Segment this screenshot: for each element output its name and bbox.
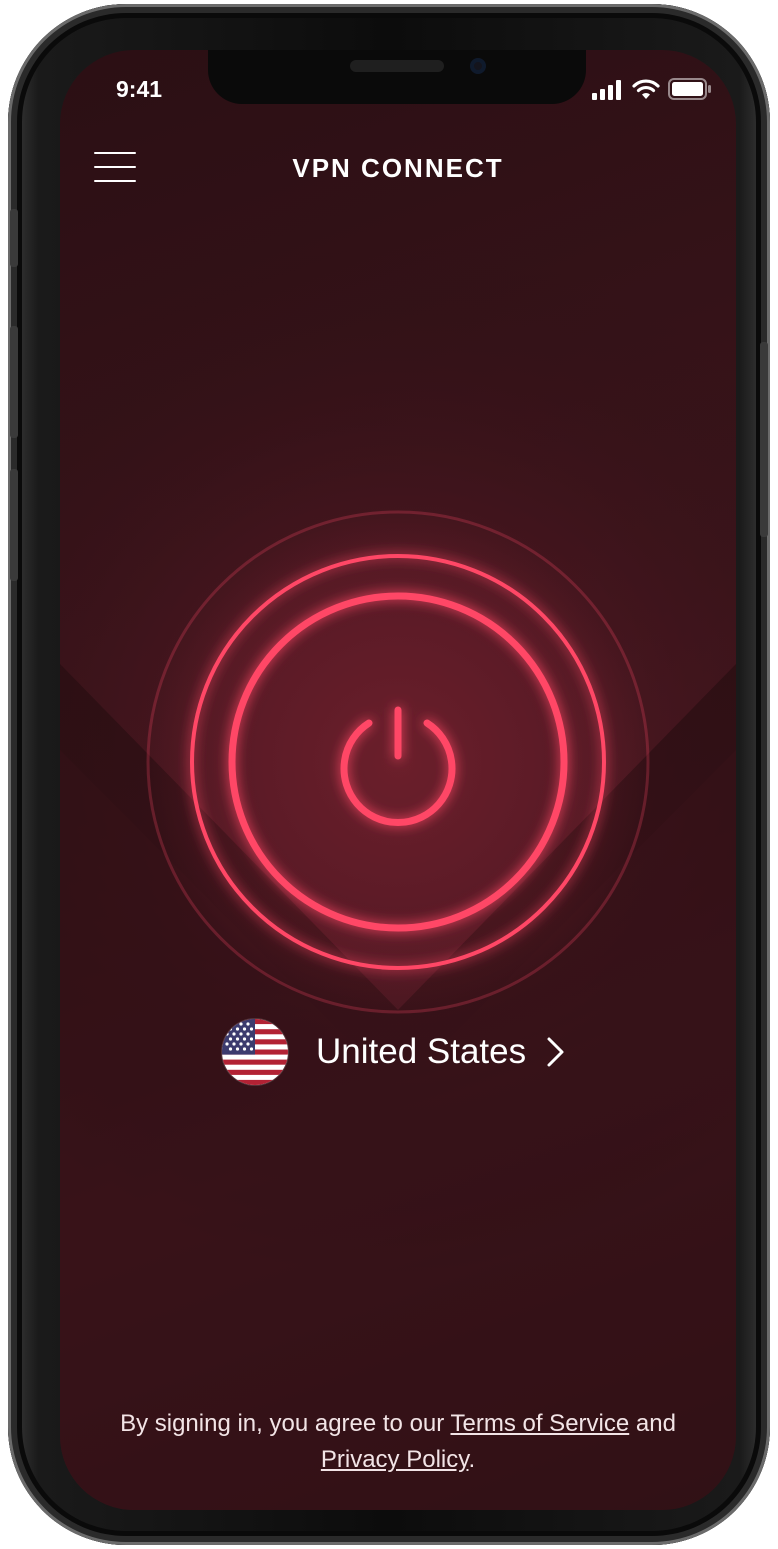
legal-suffix: . bbox=[468, 1446, 476, 1473]
legal-notice: By signing in, you agree to our Terms of… bbox=[120, 1406, 676, 1478]
us-flag-icon bbox=[222, 1019, 288, 1085]
volume-up-button bbox=[10, 326, 18, 438]
legal-prefix: By signing in, you agree to our bbox=[120, 1410, 451, 1437]
power-toggle-button[interactable] bbox=[228, 594, 568, 934]
legal-middle: and bbox=[629, 1410, 676, 1437]
phone-frame: 9:41 VPN CONNECT United States By signin… bbox=[8, 4, 770, 1545]
volume-down-button bbox=[10, 469, 18, 581]
chevron-right-icon bbox=[547, 1037, 564, 1067]
power-button-area bbox=[60, 50, 736, 1510]
privacy-policy-link[interactable]: Privacy Policy bbox=[321, 1446, 469, 1473]
side-button bbox=[760, 342, 768, 537]
country-name: United States bbox=[316, 1032, 527, 1071]
location-selector[interactable]: United States bbox=[222, 1018, 566, 1086]
app-screen: 9:41 VPN CONNECT United States By signin… bbox=[60, 50, 736, 1510]
silent-switch bbox=[10, 209, 18, 267]
terms-of-service-link[interactable]: Terms of Service bbox=[451, 1410, 630, 1437]
